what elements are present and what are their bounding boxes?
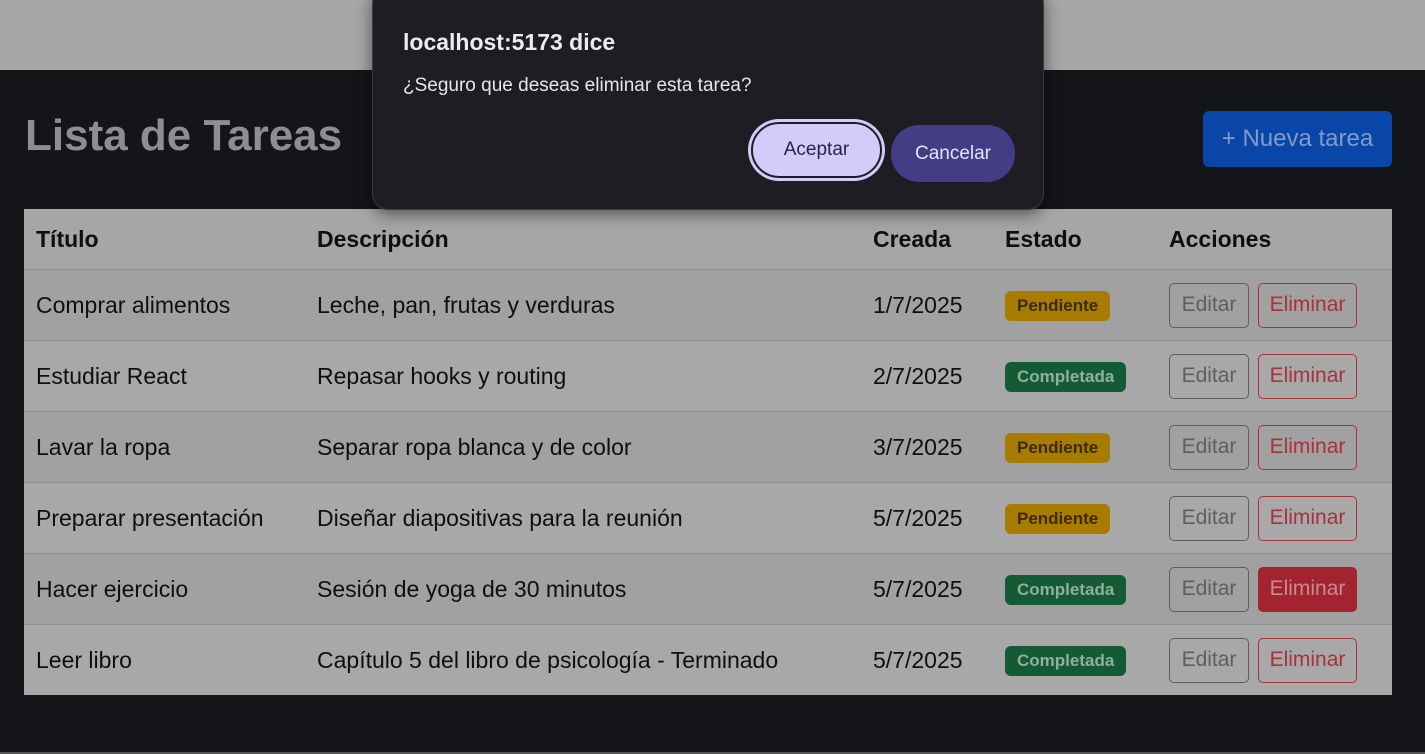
task-actions-cell: Editar Eliminar: [1157, 554, 1392, 625]
edit-button[interactable]: Editar: [1169, 495, 1249, 541]
task-created-cell: 5/7/2025: [873, 504, 963, 531]
dialog-title: localhost:5173 dice: [403, 29, 616, 55]
page-title: Lista de Tareas: [25, 111, 343, 160]
task-title-cell: Preparar presentación: [36, 504, 264, 531]
delete-button[interactable]: Eliminar: [1258, 424, 1357, 470]
task-status-cell: Pendiente: [993, 412, 1157, 483]
delete-button[interactable]: Eliminar: [1258, 495, 1357, 541]
table-header-row: Título Descripción Creada Estado Accione…: [24, 209, 1392, 270]
dialog-message: ¿Seguro que deseas eliminar esta tarea?: [403, 75, 752, 96]
task-title-cell: Hacer ejercicio: [36, 575, 189, 602]
task-actions-cell: Editar Eliminar: [1157, 625, 1392, 696]
task-actions-cell: Editar Eliminar: [1157, 270, 1392, 341]
status-badge: Pendiente: [1005, 290, 1111, 321]
task-title-cell: Leer libro: [36, 646, 132, 673]
header-created: Creada: [873, 225, 951, 252]
task-created-cell: 3/7/2025: [873, 433, 963, 460]
task-description-cell: Diseñar diapositivas para la reunión: [317, 504, 683, 531]
status-badge: Completada: [1005, 645, 1127, 676]
edit-button[interactable]: Editar: [1169, 424, 1249, 470]
task-status-cell: Completada: [993, 625, 1157, 696]
table-row: Estudiar React Repasar hooks y routing 2/7…: [24, 340, 1392, 412]
delete-button[interactable]: Eliminar: [1258, 637, 1357, 683]
task-description-cell: Separar ropa blanca y de color: [317, 433, 632, 460]
table-row: Preparar presentación Diseñar diapositiva…: [24, 482, 1392, 554]
task-description-cell: Leche, pan, frutas y verduras: [317, 291, 615, 318]
task-title-cell: Comprar alimentos: [36, 291, 231, 318]
table-row: Comprar alimentos Leche, pan, frutas y ve…: [24, 269, 1392, 341]
task-title-cell: Estudiar React: [36, 362, 187, 389]
edit-button[interactable]: Editar: [1169, 282, 1249, 328]
status-badge: Pendiente: [1005, 432, 1111, 463]
task-actions-cell: Editar Eliminar: [1157, 412, 1392, 483]
task-created-cell: 2/7/2025: [873, 362, 963, 389]
task-status-cell: Completada: [993, 341, 1157, 412]
edit-button[interactable]: Editar: [1169, 353, 1249, 399]
header-description: Descripción: [317, 225, 449, 252]
task-created-cell: 5/7/2025: [873, 646, 963, 673]
confirm-dialog: localhost:5173 dice ¿Seguro que deseas e…: [372, 0, 1044, 210]
table-row: Lavar la ropa Separar ropa blanca y de co…: [24, 411, 1392, 483]
task-title-cell: Lavar la ropa: [36, 433, 171, 460]
cancel-button[interactable]: Cancelar: [891, 125, 1015, 182]
delete-button[interactable]: Eliminar: [1258, 353, 1357, 399]
table-row: Hacer ejercicio Sesión de yoga de 30 minu…: [24, 553, 1392, 625]
task-actions-cell: Editar Eliminar: [1157, 341, 1392, 412]
edit-button[interactable]: Editar: [1169, 566, 1249, 612]
header-status: Estado: [1005, 225, 1082, 252]
table-row: Leer libro Capítulo 5 del libro de psicol…: [24, 624, 1392, 696]
delete-button[interactable]: Eliminar: [1258, 566, 1357, 612]
task-created-cell: 5/7/2025: [873, 575, 963, 602]
header-title: Título: [36, 225, 99, 252]
tasks-table: Título Descripción Creada Estado Accione…: [24, 209, 1392, 696]
task-description-cell: Capítulo 5 del libro de psicología - Ter…: [317, 646, 779, 673]
task-description-cell: Sesión de yoga de 30 minutos: [317, 575, 627, 602]
delete-button[interactable]: Eliminar: [1258, 282, 1357, 328]
task-description-cell: Repasar hooks y routing: [317, 362, 567, 389]
status-badge: Completada: [1005, 574, 1127, 605]
status-badge: Completada: [1005, 361, 1127, 392]
task-status-cell: Pendiente: [993, 483, 1157, 554]
task-status-cell: Completada: [993, 554, 1157, 625]
task-status-cell: Pendiente: [993, 270, 1157, 341]
accept-button[interactable]: Aceptar: [751, 122, 882, 178]
task-created-cell: 1/7/2025: [873, 291, 963, 318]
task-actions-cell: Editar Eliminar: [1157, 483, 1392, 554]
status-badge: Pendiente: [1005, 503, 1111, 534]
new-task-button[interactable]: + Nueva tarea: [1203, 111, 1392, 167]
header-actions: Acciones: [1169, 225, 1272, 252]
edit-button[interactable]: Editar: [1169, 637, 1249, 683]
